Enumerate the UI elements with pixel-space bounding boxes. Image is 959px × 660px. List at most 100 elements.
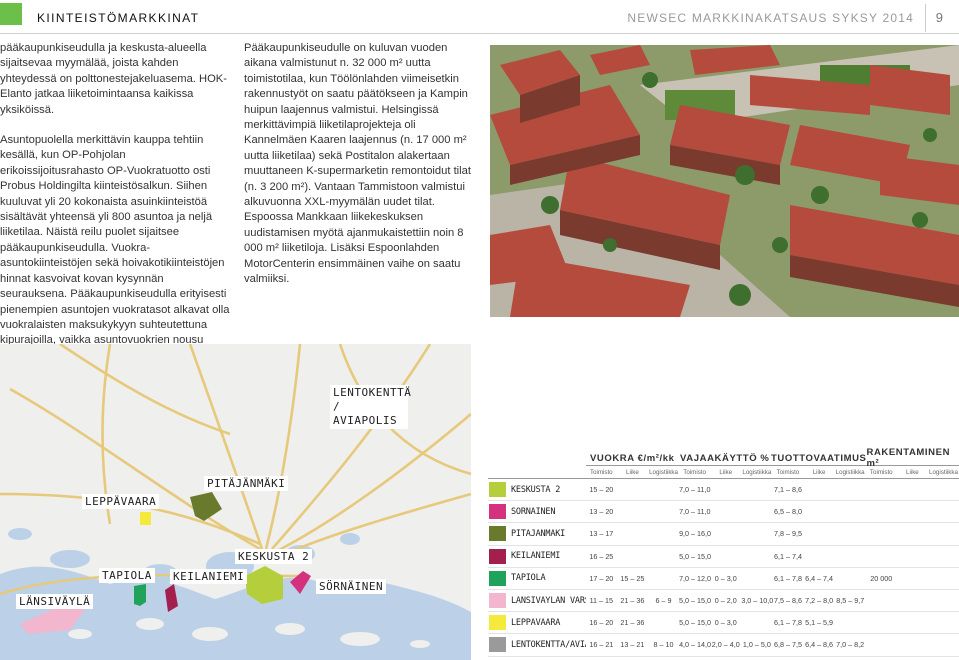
table-row: SÖRNÄINEN 13 – 20 7,0 – 11,0 6,5 – 8,0 — [488, 501, 959, 524]
sub-header-logistiikka: Logistiikka — [742, 469, 772, 476]
table-cell: 15 – 20 — [589, 485, 614, 495]
table-cell: 21 – 36 — [620, 618, 645, 628]
table-cell: 11 – 15 — [589, 596, 614, 606]
area-name: LENTOKENTTÄ/AVIAPOLIS — [511, 639, 586, 650]
table-cell: 7,5 – 8,6 — [774, 596, 803, 606]
publication-title: NEWSEC MARKKINAKATSAUS SYKSY 2014 — [627, 11, 914, 25]
table-cell: 0 – 3,0 — [714, 618, 737, 628]
table-cell: 6,1 – 7,4 — [773, 551, 802, 561]
sub-header-logistiikka: Logistiikka — [835, 469, 865, 476]
table-cell: 7,0 – 11,0 — [679, 485, 711, 495]
table-cell: 5,0 – 15,0 — [679, 618, 712, 628]
table-cell: 7,0 – 12,0 — [679, 573, 712, 583]
table-cell: 7,8 – 9,5 — [773, 529, 802, 539]
table-cell: 5,0 – 15,0 — [679, 596, 712, 606]
map-label-keilaniemi: KEILANIEMI — [170, 569, 248, 584]
area-color-swatch — [489, 615, 506, 631]
table-cell: 1,0 – 5,0 — [742, 640, 771, 650]
table-row: PITÄJÄNMÄKI 13 – 17 9,0 – 16,0 7,8 – 9,5 — [488, 523, 959, 546]
table-cell: 0 – 3,0 — [714, 573, 737, 583]
map-label-keskusta2: KESKUSTA 2 — [235, 549, 313, 564]
group-header-vuokra: VUOKRA €/m²/kk — [586, 451, 679, 466]
paragraph: Pääkaupunkiseudulle on kuluvan vuoden ai… — [244, 42, 471, 286]
paragraph: pääkaupunkiseudulla ja keskusta-alueella… — [0, 42, 227, 116]
table-cell: 6,4 – 7,4 — [805, 573, 834, 583]
market-data-table: VUOKRA €/m²/kk VAJAAKÄYTTÖ % TUOTTOVAATI… — [488, 447, 959, 657]
area-color-swatch — [489, 504, 506, 520]
area-name: LÄNSIVÄYLÄN VARSI — [511, 595, 586, 606]
area-color-swatch — [489, 570, 506, 586]
table-cell: 13 – 20 — [589, 507, 614, 517]
table-cell: 7,2 – 8,0 — [805, 596, 834, 606]
sub-header-liike: Liike — [812, 469, 826, 476]
area-map: LENTOKENTTÄ / AVIAPOLIS PITÄJÄNMÄKI LEPP… — [0, 344, 471, 660]
table-cell: 7,0 – 11,0 — [679, 507, 711, 517]
sub-header-liike: Liike — [719, 469, 733, 476]
table-row: LENTOKENTTÄ/AVIAPOLIS16 – 21 13 – 21 8 – 1… — [488, 634, 959, 657]
page-header: KIINTEISTÖMARKKINAT NEWSEC MARKKINAKATSA… — [0, 0, 959, 34]
table-cell: 5,1 – 5,9 — [805, 618, 834, 628]
text-column-1: pääkaupunkiseudulla ja keskusta-alueella… — [0, 41, 232, 379]
area-name: TAPIOLA — [511, 573, 546, 584]
table-cell: 3,0 – 10,0 — [741, 596, 774, 606]
aerial-photo — [490, 45, 959, 317]
area-name: SÖRNÄINEN — [511, 506, 556, 517]
map-label-pitajanmaki: PITÄJÄNMÄKI — [204, 476, 289, 491]
sub-header-toimisto: Toimisto — [869, 469, 893, 476]
area-color-swatch — [489, 482, 506, 498]
map-label-leppavaara: LEPPÄVAARA — [82, 494, 160, 509]
table-cell: 16 – 21 — [589, 640, 614, 650]
map-label-lansivayla: LÄNSIVÄYLÄ — [16, 594, 94, 609]
table-cell: 13 – 21 — [620, 640, 645, 650]
paragraph: Asuntopuolella merkittävin kauppa tehtii… — [0, 134, 230, 362]
sub-header-liike: Liike — [626, 469, 639, 476]
area-color-swatch — [489, 637, 506, 653]
table-row: LÄNSIVÄYLÄN VARSI11 – 15 21 – 36 6 – 9 5,0 … — [488, 590, 959, 613]
table-cell: 5,0 – 15,0 — [679, 551, 712, 561]
table-cell: 0 – 2,0 — [714, 596, 737, 606]
table-body: KESKUSTA 2 15 – 20 7,0 – 11,0 7,1 – 8,6 SÖRN… — [488, 479, 959, 657]
section-title: KIINTEISTÖMARKKINAT — [37, 11, 200, 25]
map-label-lentokentta: LENTOKENTTÄ / AVIAPOLIS — [330, 385, 411, 429]
sub-header-toimisto: Toimisto — [683, 469, 706, 476]
table-group-header-row: VUOKRA €/m²/kk VAJAAKÄYTTÖ % TUOTTOVAATI… — [488, 447, 959, 469]
table-row: TAPIOLA 17 – 20 15 – 25 7,0 – 12,0 0 – 3,0 6,… — [488, 568, 959, 590]
map-label-tapiola: TAPIOLA — [99, 568, 155, 583]
table-cell: 8,5 – 9,7 — [836, 596, 865, 606]
table-cell: 2,0 – 4,0 — [711, 640, 740, 650]
aerial-photo-illustration — [490, 45, 959, 317]
table-cell: 16 – 25 — [589, 551, 614, 561]
table-cell: 6,1 – 7,8 — [773, 618, 802, 628]
area-color-swatch — [489, 593, 506, 609]
area-name: KEILANIEMI — [511, 551, 561, 562]
area-name: KESKUSTA 2 — [511, 484, 561, 495]
sub-header-logistiikka: Logistiikka — [929, 469, 958, 476]
sub-header-logistiikka: Logistiikka — [649, 469, 678, 476]
table-cell: 6,4 – 8,6 — [805, 640, 834, 650]
table-sub-header-row: Toimisto Liike Logistiikka Toimisto Liik… — [488, 466, 959, 479]
table-cell: 7,0 – 8,2 — [836, 640, 865, 650]
table-row: KEILANIEMI 16 – 25 5,0 – 15,0 6,1 – 7,4 — [488, 546, 959, 568]
area-name: LEPPÄVAARA — [511, 617, 561, 628]
table-row: LEPPÄVAARA 16 – 20 21 – 36 5,0 – 15,0 0 – 3,… — [488, 612, 959, 635]
area-name: PITÄJÄNMÄKI — [511, 528, 566, 539]
table-cell: 16 – 20 — [589, 618, 614, 628]
table-cell: 17 – 20 — [589, 573, 614, 583]
table-cell: 6 – 9 — [655, 596, 672, 606]
group-header-vajaakaytto: VAJAAKÄYTTÖ % — [678, 451, 771, 466]
table-cell: 15 – 25 — [620, 573, 645, 583]
table-cell: 8 – 10 — [653, 640, 674, 650]
table-cell: 20 000 — [870, 573, 893, 583]
table-cell: 4,0 – 14,0 — [679, 640, 712, 650]
group-header-tuottovaatimus: TUOTTOVAATIMUS — [771, 451, 867, 466]
header-rule — [0, 33, 959, 34]
group-header-rakentaminen: RAKENTAMINEN m² — [866, 447, 959, 469]
text-column-2: Pääkaupunkiseudulle on kuluvan vuoden ai… — [244, 41, 472, 303]
table-cell: 6,1 – 7,8 — [773, 573, 802, 583]
area-color-swatch — [489, 526, 506, 542]
section-color-mark — [0, 3, 22, 25]
table-cell: 6,5 – 8,0 — [773, 507, 802, 517]
header-divider — [925, 4, 926, 32]
table-cell: 9,0 – 16,0 — [679, 529, 712, 539]
sub-header-toimisto: Toimisto — [589, 469, 613, 476]
